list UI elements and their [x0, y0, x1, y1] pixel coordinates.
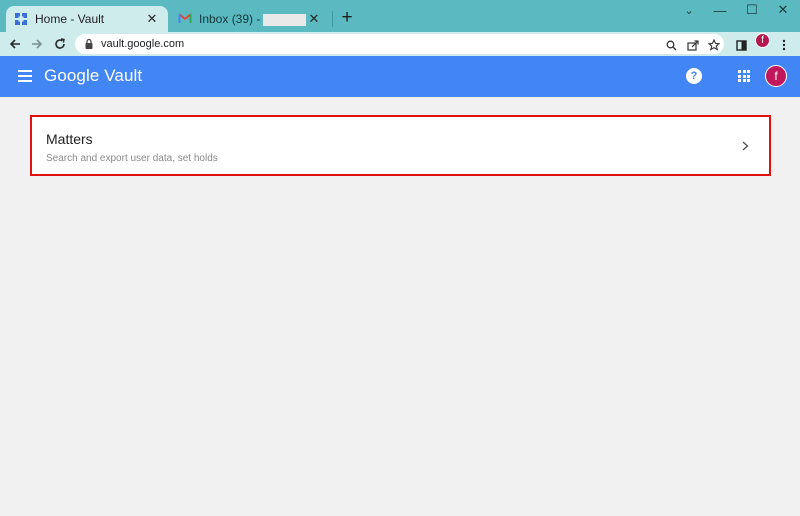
- lock-icon: [85, 38, 93, 49]
- browser-toolbar: vault.google.com: [0, 32, 800, 56]
- browser-menu-icon[interactable]: [777, 38, 791, 52]
- side-panel-icon[interactable]: [734, 38, 748, 52]
- tab-search-icon[interactable]: ⌄: [672, 0, 706, 20]
- forward-arrow-icon: [32, 39, 43, 49]
- browser-tab-strip: Home - Vault ✕ Inbox (39) - ✕ + ⌄ — ☐ ✕: [0, 0, 800, 32]
- app-header: Google Vault ? f: [0, 56, 800, 97]
- tab-home-vault[interactable]: Home - Vault ✕: [6, 6, 168, 32]
- address-bar[interactable]: vault.google.com: [75, 34, 724, 54]
- share-icon[interactable]: [686, 38, 700, 52]
- matters-card[interactable]: Matters Search and export user data, set…: [30, 115, 771, 176]
- account-avatar[interactable]: f: [765, 65, 787, 87]
- matters-title: Matters: [46, 131, 93, 147]
- reload-button[interactable]: [50, 34, 70, 54]
- tab-divider: [332, 11, 333, 27]
- minimize-button[interactable]: —: [703, 0, 737, 20]
- close-tab-icon[interactable]: ✕: [306, 11, 322, 27]
- zoom-search-icon[interactable]: [664, 38, 678, 52]
- matters-description: Search and export user data, set holds: [46, 153, 218, 164]
- vault-favicon-icon: [14, 12, 28, 26]
- close-tab-icon[interactable]: ✕: [144, 11, 160, 27]
- maximize-button[interactable]: ☐: [735, 0, 769, 20]
- browser-profile-avatar[interactable]: f: [755, 33, 770, 48]
- google-apps-icon[interactable]: [738, 70, 750, 82]
- help-icon[interactable]: ?: [686, 68, 702, 84]
- close-window-button[interactable]: ✕: [766, 0, 800, 20]
- tab-inbox[interactable]: Inbox (39) - ✕: [170, 6, 330, 32]
- tab-title: Home - Vault: [35, 12, 105, 26]
- back-arrow-icon: [9, 39, 20, 49]
- forward-button[interactable]: [27, 34, 47, 54]
- tab-title: Inbox (39) -: [199, 12, 306, 26]
- reload-icon: [55, 38, 65, 49]
- chevron-right-icon: [742, 141, 749, 151]
- main-menu-icon[interactable]: [18, 70, 32, 82]
- redacted-block: [263, 13, 306, 26]
- url-text: vault.google.com: [101, 38, 185, 50]
- gmail-favicon-icon: [178, 12, 192, 27]
- new-tab-button[interactable]: +: [337, 7, 357, 28]
- app-title: Google Vault: [44, 66, 143, 85]
- bookmark-star-icon[interactable]: [707, 38, 721, 52]
- back-button[interactable]: [5, 34, 25, 54]
